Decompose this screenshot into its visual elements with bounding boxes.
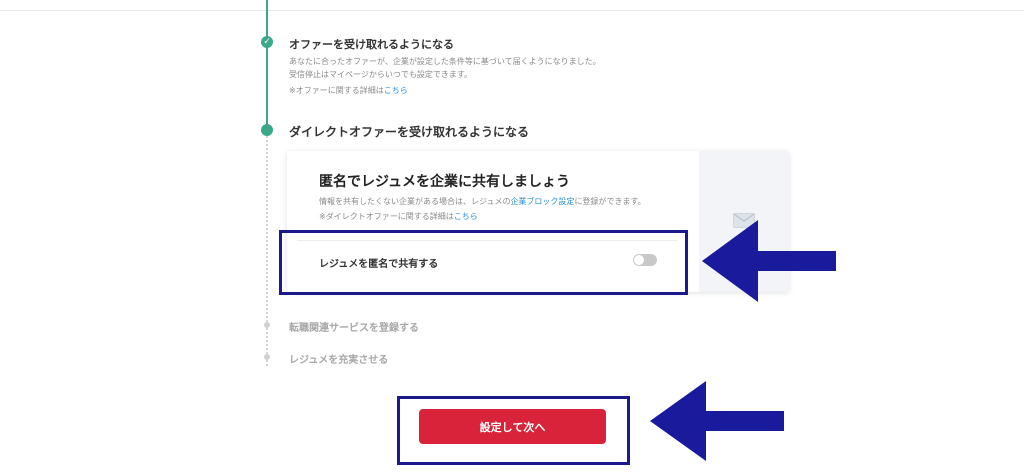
card-description: 情報を共有したくない企業がある場合は、レジュメの企業ブロック設定に登録ができます… xyxy=(319,196,646,207)
step-completed-check-icon: ✓ xyxy=(261,36,273,48)
step-offer-desc-line2: 受信停止はマイページからいつでも設定できます。 xyxy=(289,70,473,79)
step-pending-dot-icon xyxy=(264,354,270,360)
step-resume-title: レジュメを充実させる xyxy=(289,355,389,366)
card-note-text: ※ダイレクトオファーに関する詳細は xyxy=(319,212,454,221)
step-pending-dot-icon xyxy=(264,322,270,328)
arrow-left-icon xyxy=(702,220,836,302)
step-offer-note: ※オファーに関する詳細はこちら xyxy=(289,85,408,96)
card-desc-suffix: に登録ができます。 xyxy=(574,197,646,206)
submit-next-button[interactable]: 設定して次へ xyxy=(419,409,606,444)
step-direct-offer-title: ダイレクトオファーを受け取れるようになる xyxy=(289,125,530,139)
step-services-title: 転職関連サービスを登録する xyxy=(289,323,419,334)
step-offer-desc-line1: あなたに合ったオファーが、企業が設定した条件等に基づいて届くようになりました。 xyxy=(289,57,601,66)
offer-details-link[interactable]: こちら xyxy=(384,86,408,95)
arrow-left-icon xyxy=(650,381,784,461)
step-offer-description: あなたに合ったオファーが、企業が設定した条件等に基づいて届くようになりました。 … xyxy=(289,55,601,81)
toggle-highlight-box xyxy=(279,230,688,295)
timeline-line-pending xyxy=(266,136,268,366)
page: ✓ オファーを受け取れるようになる あなたに合ったオファーが、企業が設定した条件… xyxy=(0,0,1024,476)
top-divider xyxy=(0,10,1024,11)
timeline-line-completed xyxy=(266,0,268,129)
card-note: ※ダイレクトオファーに関する詳細はこちら xyxy=(319,211,478,222)
company-block-settings-link[interactable]: 企業ブロック設定 xyxy=(510,197,574,206)
step-offer-title: オファーを受け取れるようになる xyxy=(289,38,454,51)
step-active-dot-icon xyxy=(261,124,273,136)
direct-offer-details-link[interactable]: こちら xyxy=(454,212,478,221)
step-offer-note-text: ※オファーに関する詳細は xyxy=(289,86,384,95)
card-desc-prefix: 情報を共有したくない企業がある場合は、レジュメの xyxy=(319,197,511,206)
card-title: 匿名でレジュメを企業に共有しましょう xyxy=(319,174,571,190)
